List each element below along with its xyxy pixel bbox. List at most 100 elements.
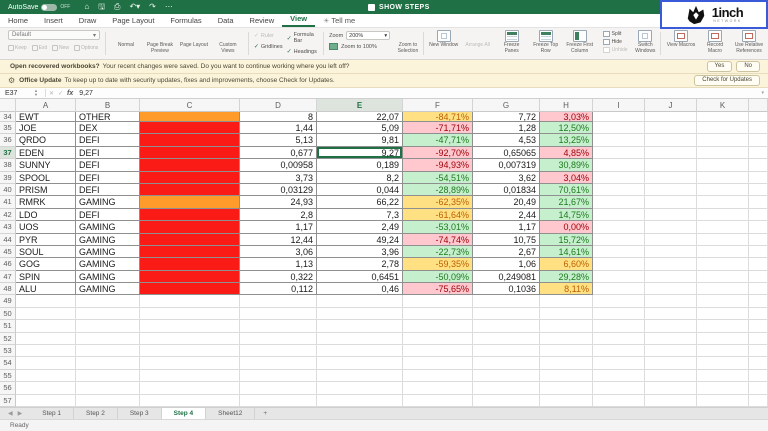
cell-G41[interactable]: 20,49 [473,196,540,208]
cell-empty[interactable] [645,395,697,407]
cell-A43[interactable]: UOS [16,221,76,233]
cell-C42[interactable] [140,209,240,221]
cell-K34[interactable] [697,112,749,122]
fx-icon[interactable]: fx [67,90,73,97]
cell-empty[interactable] [16,345,76,357]
cell-E34[interactable]: 22,07 [317,112,403,122]
cell-J48[interactable] [645,283,697,295]
cell-empty[interactable] [473,295,540,307]
cell-E48[interactable]: 0,46 [317,283,403,295]
cell-empty[interactable] [593,382,645,394]
cell-C34[interactable] [140,112,240,122]
cell-empty[interactable] [645,370,697,382]
cell-F43[interactable]: -53,01% [403,221,473,233]
cell-empty[interactable] [645,357,697,369]
cell-C35[interactable] [140,122,240,134]
cell-H36[interactable]: 13,25% [540,134,593,146]
cell-empty[interactable] [140,357,240,369]
cell-H43[interactable]: 0,00% [540,221,593,233]
cell-K47[interactable] [697,271,749,283]
cell-H42[interactable]: 14,75% [540,209,593,221]
cell-empty[interactable] [540,382,593,394]
cell-F44[interactable]: -74,74% [403,234,473,246]
checkbox-ruler[interactable]: ✓Ruler [254,32,283,39]
row-header-37[interactable]: 37 [0,147,16,159]
cell-empty[interactable] [540,295,593,307]
cell-A34[interactable]: EWT [16,112,76,122]
cell-empty[interactable] [473,395,540,407]
tab-view[interactable]: View [282,12,315,27]
cell-F42[interactable]: -61,64% [403,209,473,221]
row-header-44[interactable]: 44 [0,234,16,246]
cell-I40[interactable] [593,184,645,196]
page-layout-button[interactable]: Page Layout [179,30,209,49]
cell-H41[interactable]: 21,67% [540,196,593,208]
cell-empty[interactable] [593,308,645,320]
zoom-100-button[interactable]: Zoom to 100% [329,43,390,50]
cell-empty[interactable] [140,370,240,382]
custom-views-button[interactable]: Custom Views [213,30,243,55]
cell-empty[interactable] [140,395,240,407]
cell-empty[interactable] [645,382,697,394]
cell-empty[interactable] [140,333,240,345]
cell-E42[interactable]: 7,3 [317,209,403,221]
cell-G44[interactable]: 10,75 [473,234,540,246]
cell-I39[interactable] [593,172,645,184]
checkbox-formula-bar[interactable]: ✓Formula Bar [287,32,319,44]
normal-button[interactable]: Normal [111,30,141,49]
cell-empty[interactable] [593,395,645,407]
col-header-B[interactable]: B [76,99,140,112]
cell-empty[interactable] [76,333,140,345]
cell-B37[interactable]: DEFI [76,147,140,159]
row-header-56[interactable]: 56 [0,382,16,394]
cell-K39[interactable] [697,172,749,184]
cell-E37[interactable]: 9,27 [317,147,403,159]
cell-empty[interactable] [16,357,76,369]
row-header-53[interactable]: 53 [0,345,16,357]
row-header-40[interactable]: 40 [0,184,16,196]
checkbox-gridlines[interactable]: ✓Gridlines [254,43,283,50]
cell-empty[interactable] [593,333,645,345]
cell-K37[interactable] [697,147,749,159]
cell-D34[interactable]: 8 [240,112,317,122]
cell-B36[interactable]: DEFI [76,134,140,146]
freeze-top-row-button[interactable]: Freeze Top Row [531,30,561,55]
cell-B35[interactable]: DEX [76,122,140,134]
row-header-57[interactable]: 57 [0,395,16,407]
cell-G43[interactable]: 1,17 [473,221,540,233]
cell-empty[interactable] [16,308,76,320]
use-relative-references-button[interactable]: Use Relative References [734,30,764,55]
cell-A48[interactable]: ALU [16,283,76,295]
tab-formulas[interactable]: Formulas [162,14,209,27]
cell-empty[interactable] [540,308,593,320]
sheet-nav-arrows[interactable]: ◀▶ [0,408,30,419]
freeze-first-column-button[interactable]: Freeze First Column [565,30,595,55]
sheet-view-new-button[interactable]: New [52,45,69,51]
cell-C48[interactable] [140,283,240,295]
cell-empty[interactable] [749,308,768,320]
cell-empty[interactable] [593,370,645,382]
cell-I43[interactable] [593,221,645,233]
row-header-51[interactable]: 51 [0,320,16,332]
cell-empty[interactable] [540,345,593,357]
more-icon[interactable]: ⋯ [165,3,173,11]
cell-empty[interactable] [403,370,473,382]
cell-empty[interactable] [76,357,140,369]
record-macro-button[interactable]: Record Macro [700,30,730,55]
check-for-updates-button[interactable]: Check for Updates [694,75,760,86]
col-header-G[interactable]: G [473,99,540,112]
undo-icon[interactable]: ↶▾ [129,3,140,11]
cell-A36[interactable]: QRDO [16,134,76,146]
cell-empty[interactable] [317,295,403,307]
cell-B45[interactable]: GAMING [76,246,140,258]
row-header-49[interactable]: 49 [0,295,16,307]
cell-empty[interactable] [473,320,540,332]
cell-C37[interactable] [140,147,240,159]
cell-K43[interactable] [697,221,749,233]
cell-A46[interactable]: GOG [16,258,76,270]
cell-J45[interactable] [645,246,697,258]
cell-empty[interactable] [697,333,749,345]
cell-empty[interactable] [240,295,317,307]
cell-empty[interactable] [697,320,749,332]
cell-D43[interactable]: 1,17 [240,221,317,233]
